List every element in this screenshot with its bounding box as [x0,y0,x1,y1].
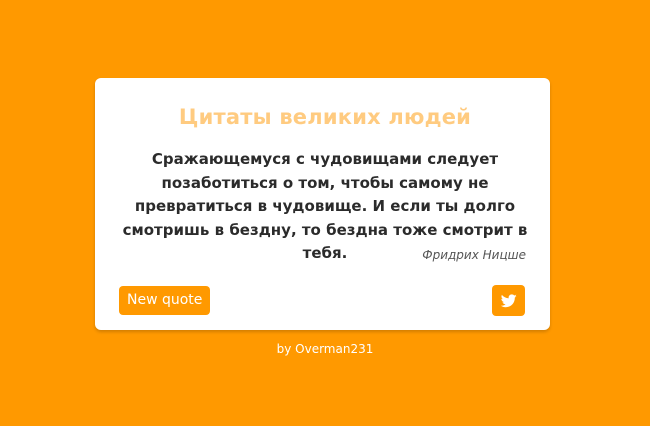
footer-credit: by Overman231 [276,342,374,356]
new-quote-button[interactable]: New quote [119,286,211,315]
page-title: Цитаты великих людей [178,105,472,129]
tweet-button[interactable] [492,285,525,316]
twitter-icon [500,293,517,307]
quote-author: Фридрих Ницше [422,248,526,262]
page: { "colors": { "background": "#ff9900", "… [0,0,650,426]
